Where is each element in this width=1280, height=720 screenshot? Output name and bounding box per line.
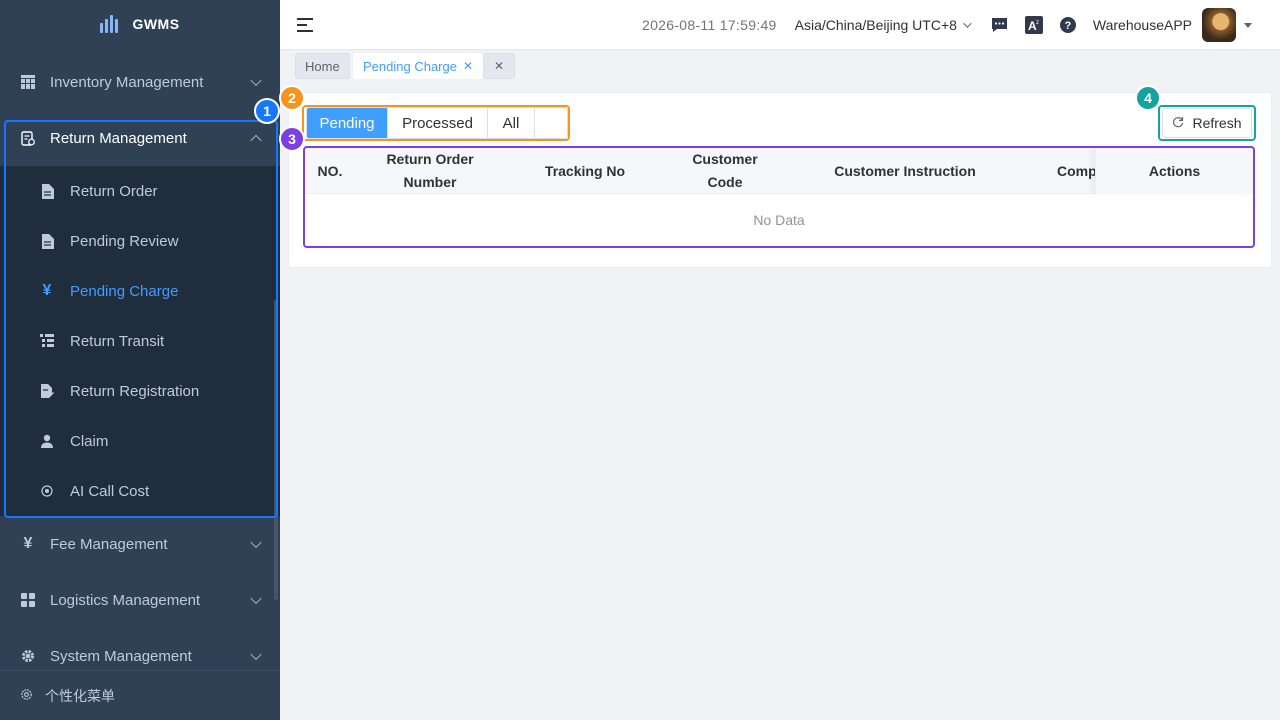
annotation-box-4 xyxy=(1158,105,1256,141)
current-datetime: 2026-08-11 17:59:49 xyxy=(641,17,777,33)
menu-label: Fee Management xyxy=(50,535,168,553)
app-logo[interactable]: GWMS xyxy=(0,0,280,48)
annotation-badge-2: 2 xyxy=(279,85,305,111)
tags-bar: Home Pending Charge ✕ ✕ xyxy=(280,50,1280,84)
username[interactable]: WarehouseAPP xyxy=(1093,17,1192,33)
menu-inventory-management[interactable]: Inventory Management xyxy=(0,54,280,110)
menu-fee-management[interactable]: ¥ Fee Management xyxy=(0,516,280,572)
annotation-badge-3: 3 xyxy=(279,126,305,152)
timezone-label: Asia/China/Beijing UTC+8 xyxy=(794,17,957,33)
menu-label: System Management xyxy=(50,647,192,665)
chevron-down-icon xyxy=(250,536,262,549)
message-icon[interactable] xyxy=(991,16,1009,34)
chevron-down-icon xyxy=(250,648,262,661)
svg-text:?: ? xyxy=(1064,20,1071,32)
close-icon[interactable]: ✕ xyxy=(463,59,473,73)
close-all-tags-button[interactable]: ✕ xyxy=(483,53,515,79)
annotation-box-1 xyxy=(4,120,278,518)
menu-label: Inventory Management xyxy=(50,73,204,91)
timezone-select[interactable]: Asia/China/Beijing UTC+8 xyxy=(794,17,972,33)
annotation-badge-1: 1 xyxy=(254,98,280,124)
personalize-menu[interactable]: 个性化菜单 xyxy=(0,670,280,720)
menu-label: Logistics Management xyxy=(50,591,201,609)
translate-icon[interactable]: Az xyxy=(1024,16,1043,34)
tag-pending-charge[interactable]: Pending Charge ✕ xyxy=(353,53,484,79)
annotation-box-2 xyxy=(302,105,570,141)
app-name: GWMS xyxy=(132,16,180,32)
tag-label: Pending Charge xyxy=(363,58,457,74)
close-icon: ✕ xyxy=(493,59,505,73)
logo-icon xyxy=(100,15,119,33)
chevron-down-icon xyxy=(250,74,262,87)
chevron-down-icon xyxy=(963,19,972,28)
menu-logistics-management[interactable]: Logistics Management xyxy=(0,572,280,628)
top-header: 2026-08-11 17:59:49 Asia/China/Beijing U… xyxy=(280,0,1280,50)
tag-home[interactable]: Home xyxy=(295,53,350,79)
collapse-menu-icon[interactable] xyxy=(297,17,313,32)
apps-grid-icon xyxy=(20,592,36,608)
personalize-menu-label: 个性化菜单 xyxy=(45,687,115,704)
chevron-down-icon xyxy=(250,592,262,605)
avatar[interactable] xyxy=(1202,8,1236,42)
grid-table-icon xyxy=(20,74,36,90)
svg-text:z: z xyxy=(1036,20,1039,26)
annotation-badge-4: 4 xyxy=(1135,85,1161,111)
help-icon[interactable]: ? xyxy=(1059,16,1077,34)
yen-icon: ¥ xyxy=(23,535,33,552)
caret-down-icon[interactable] xyxy=(1244,22,1252,28)
settings-icon xyxy=(20,688,33,704)
tag-label: Home xyxy=(305,58,340,74)
annotation-box-3 xyxy=(303,146,1255,248)
gear-icon xyxy=(20,648,36,664)
